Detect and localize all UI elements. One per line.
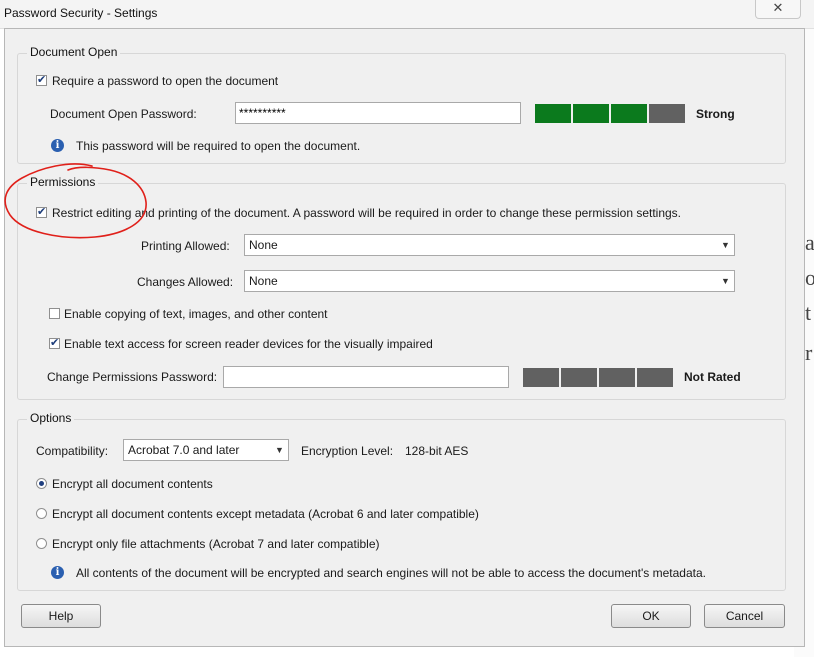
document-open-strength-label: Strong — [696, 107, 735, 121]
background-glyph: o — [805, 265, 814, 290]
encrypt-except-metadata-radio[interactable] — [36, 508, 47, 519]
strength-segment — [561, 368, 597, 387]
window-title: Password Security - Settings — [4, 6, 158, 20]
strength-segment — [637, 368, 673, 387]
document-open-strength-meter — [535, 104, 685, 123]
cancel-button[interactable]: Cancel — [704, 604, 785, 628]
options-info-text: All contents of the document will be enc… — [76, 566, 706, 580]
help-button[interactable]: Help — [21, 604, 101, 628]
options-group: Options Compatibility: Acrobat 7.0 and l… — [17, 411, 786, 591]
options-group-label: Options — [27, 411, 75, 425]
change-permissions-password-label: Change Permissions Password: — [47, 370, 218, 384]
permissions-strength-meter — [523, 368, 673, 387]
annotation-circle — [4, 163, 147, 239]
changes-allowed-label: Changes Allowed: — [137, 275, 234, 289]
encrypt-attachments-radio[interactable] — [36, 538, 47, 549]
chevron-down-icon: ▼ — [275, 445, 284, 455]
strength-segment — [535, 104, 571, 123]
strength-segment — [599, 368, 635, 387]
background-glyph: a — [805, 230, 814, 255]
encrypt-all-label: Encrypt all document contents — [52, 477, 213, 491]
permissions-strength-label: Not Rated — [684, 370, 741, 384]
strength-segment — [611, 104, 647, 123]
require-password-checkbox[interactable] — [36, 73, 47, 86]
changes-allowed-select[interactable]: None ▼ — [244, 270, 735, 292]
close-button[interactable]: ✕ — [755, 0, 801, 19]
compatibility-value: Acrobat 7.0 and later — [128, 443, 240, 457]
document-open-password-label: Document Open Password: — [50, 107, 197, 121]
close-icon: ✕ — [772, 0, 784, 15]
chevron-down-icon: ▼ — [721, 276, 730, 286]
screen-reader-label: Enable text access for screen reader dev… — [64, 337, 433, 351]
enable-copying-label: Enable copying of text, images, and othe… — [64, 307, 328, 321]
document-open-info-text: This password will be required to open t… — [76, 139, 361, 153]
change-permissions-password-field[interactable] — [223, 366, 509, 388]
info-icon: i — [51, 139, 64, 152]
require-password-label: Require a password to open the document — [52, 74, 279, 88]
compatibility-select[interactable]: Acrobat 7.0 and later ▼ — [123, 439, 289, 461]
background-glyph: r — [805, 340, 813, 365]
compatibility-label: Compatibility: — [36, 444, 109, 458]
enable-copying-checkbox[interactable] — [49, 308, 60, 319]
encrypt-attachments-label: Encrypt only file attachments (Acrobat 7… — [52, 537, 380, 551]
title-bar: Password Security - Settings ✕ — [0, 0, 814, 29]
strength-segment — [573, 104, 609, 123]
strength-segment — [523, 368, 559, 387]
printing-allowed-select[interactable]: None ▼ — [244, 234, 735, 256]
document-open-password-field[interactable] — [235, 102, 521, 124]
ok-button[interactable]: OK — [611, 604, 691, 628]
encryption-level-label: Encryption Level: — [301, 444, 394, 458]
document-open-group-label: Document Open — [27, 45, 121, 59]
document-open-group: Document Open Require a password to open… — [17, 45, 786, 164]
background-glyph: t — [805, 300, 812, 325]
chevron-down-icon: ▼ — [721, 240, 730, 250]
changes-allowed-value: None — [249, 274, 278, 288]
encrypt-except-metadata-label: Encrypt all document contents except met… — [52, 507, 479, 521]
password-security-dialog: Document Open Require a password to open… — [4, 28, 805, 647]
info-icon: i — [51, 566, 64, 579]
printing-allowed-value: None — [249, 238, 278, 252]
encryption-level-value: 128-bit AES — [405, 444, 469, 458]
strength-segment — [649, 104, 685, 123]
screen-reader-checkbox[interactable] — [49, 336, 60, 349]
encrypt-all-radio[interactable] — [36, 478, 47, 489]
